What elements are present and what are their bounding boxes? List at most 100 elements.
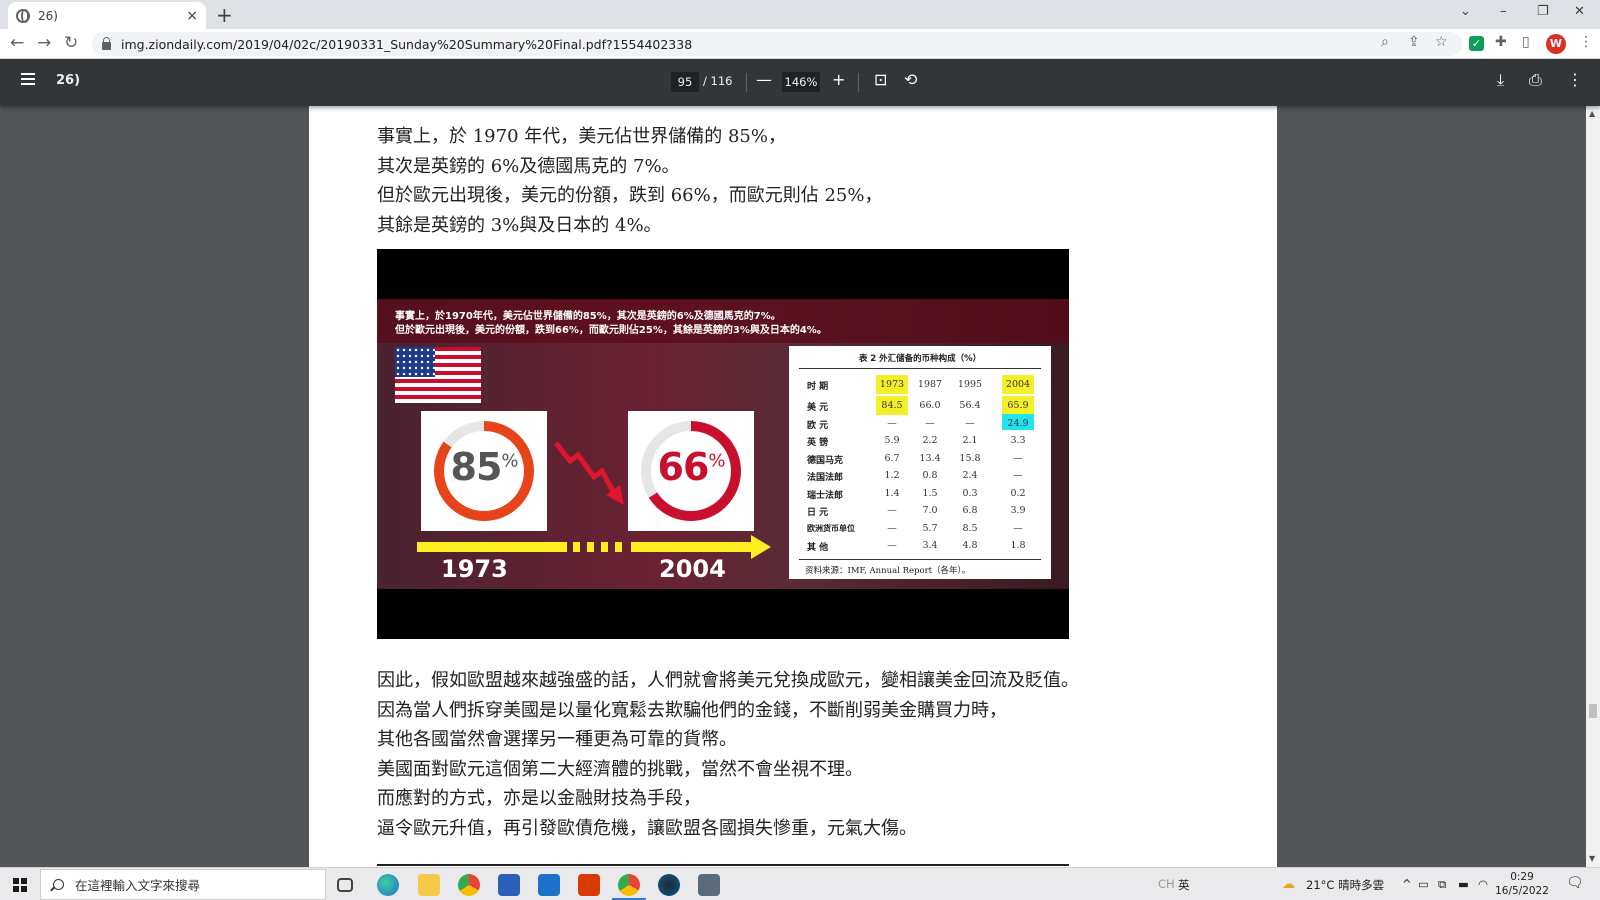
page-total: / 116 [703,74,733,88]
table-column-header: 1987 [917,379,943,390]
table-cell: 2.2 [922,435,938,446]
side-panel-icon[interactable]: ▯ [1522,34,1530,50]
weather-text[interactable]: 21°C 晴時多雲 [1306,877,1384,893]
table-cell: — [887,417,897,429]
table-cell: — [1013,452,1023,464]
table-cell: — [887,522,897,534]
table-cell: 6.8 [962,505,978,516]
chrome-profile-icon[interactable] [618,874,640,896]
wifi-icon[interactable]: ◠ [1478,877,1488,891]
timeline-dash [573,542,580,552]
falling-red-arrow-icon [554,441,624,505]
more-actions-icon[interactable]: ⋮ [1567,70,1583,89]
reserve-currency-figure: 事實上，於1970年代，美元佔世界儲備的85%，其次是英鎊的6%及德國馬克的7%… [377,249,1069,639]
table-cell: 2.4 [962,470,978,481]
table-row-label: 美 元 [807,403,829,413]
table-cell: 5.9 [884,435,900,446]
close-tab-icon[interactable]: × [186,8,198,24]
profile-avatar[interactable]: W [1546,34,1566,54]
table-cell: 8.5 [962,522,978,534]
share-icon[interactable]: ⇪ [1408,34,1420,50]
hamburger-menu-icon[interactable] [21,73,35,85]
table-cell: — [1013,522,1023,534]
weather-icon[interactable]: ☁ [1282,877,1295,892]
table-cell: — [1013,470,1023,481]
restore-button[interactable]: ❐ [1537,4,1549,19]
tab-search-icon[interactable]: ⌄ [1460,4,1471,19]
timeline-arrowhead-icon [751,535,771,559]
timeline-dash [601,542,608,552]
text-line: 但於歐元出現後，美元的份額，跌到 66%，而歐元則佔 25%， [377,185,883,206]
print-icon[interactable]: ⎙ [1529,70,1542,90]
browser-tab[interactable]: 26) × [8,2,206,29]
ime-indicator[interactable]: CH [1158,877,1175,891]
text-line: 其他各國當然會選擇另一種更為可靠的貨幣。 [377,729,737,750]
table-row-label: 其 他 [807,543,829,553]
scroll-up-icon[interactable]: ▲ [1589,109,1595,118]
new-tab-button[interactable]: + [216,3,233,27]
scroll-down-icon[interactable]: ▼ [1589,854,1595,863]
table-cell: — [887,540,897,551]
calculator-icon[interactable] [698,874,720,896]
url-text: img.ziondaily.com/2019/04/02c/20190331_S… [121,36,693,52]
table-cell: 1.8 [1010,540,1026,551]
table-row-label: 日 元 [807,508,829,518]
table-row-label: 瑞士法郎 [807,490,844,501]
table-cell: 84.5 [881,400,903,411]
rotate-icon[interactable]: ⟲ [904,70,917,89]
scroll-thumb[interactable] [1589,704,1597,718]
taskbar-search-input[interactable]: 在這裡輸入文字來搜尋 [40,869,326,900]
fit-page-icon[interactable]: ⊡ [874,70,887,89]
download-icon[interactable]: ⤓ [1497,70,1504,90]
timeline-bar [631,542,753,552]
reload-button[interactable]: ↻ [64,33,78,53]
chrome-icon[interactable] [458,874,480,896]
table-cell: 65.9 [1007,400,1029,411]
table-cell: 0.2 [1010,487,1026,499]
office-icon[interactable] [578,874,600,896]
table-cell: — [887,505,897,516]
mail-icon[interactable] [538,874,560,896]
tab-strip: 26) × + ⌄ – ❐ ✕ [0,0,1600,29]
text-line: 事實上，於 1970 年代，美元佔世界儲備的 85%， [377,126,786,147]
forward-button[interactable]: → [37,33,51,53]
edge-browser-icon[interactable] [377,874,399,896]
table-cell: 13.4 [919,452,941,464]
pdf-viewport[interactable]: 事實上，於 1970 年代，美元佔世界儲備的 85%， 其次是英鎊的 6%及德國… [0,106,1586,867]
table-source: 资料来源：IMF, Annual Report（各年）。 [805,566,971,576]
window-close-button[interactable]: ✕ [1574,4,1585,19]
toolbar-divider [858,73,859,92]
zoom-out-button[interactable]: — [756,70,772,89]
windows-start-icon[interactable] [13,878,27,892]
zoom-level-input[interactable]: 146% [782,72,820,92]
meet-now-icon[interactable]: ▭ [1418,877,1429,891]
ime-mode[interactable]: 英 [1178,877,1190,893]
figure-scene: 事實上，於1970年代，美元佔世界儲備的85%，其次是英鎊的6%及德國馬克的7%… [377,299,1069,589]
task-view-icon[interactable] [337,878,353,892]
battery-icon[interactable]: ▬ [1458,877,1469,891]
vertical-scrollbar[interactable]: ▲ ▼ [1586,106,1600,867]
zoom-in-button[interactable]: + [832,70,845,89]
zoom-icon[interactable]: ⌕ [1381,34,1389,50]
gauge-2004: 66% [628,411,754,531]
bookmark-star-icon[interactable]: ☆ [1435,34,1448,50]
page-number-input[interactable]: 95 [671,72,699,92]
browser-menu-icon[interactable]: ⋮ [1579,34,1593,50]
extension-check-icon[interactable]: ✓ [1469,36,1484,51]
steam-icon[interactable] [658,874,680,896]
network-icon[interactable]: ⧉ [1438,877,1446,892]
back-button[interactable]: ← [10,33,24,53]
table-row-label: 德国马克 [807,455,844,466]
url-field[interactable]: img.ziondaily.com/2019/04/02c/20190331_S… [92,32,1462,56]
file-explorer-icon[interactable] [418,874,440,896]
table-cell: 0.3 [962,487,978,499]
system-clock[interactable]: 0:29 16/5/2022 [1492,870,1552,898]
clock-time: 0:29 [1510,871,1534,883]
search-placeholder: 在這裡輸入文字來搜尋 [75,878,201,893]
extensions-puzzle-icon[interactable]: ✚ [1495,34,1507,50]
minimize-button[interactable]: – [1500,4,1507,19]
notification-icon[interactable]: 🗨 [1566,875,1584,891]
table-cell: 2.1 [962,435,978,446]
tray-overflow-icon[interactable]: ^ [1402,877,1412,891]
microsoft-store-icon[interactable] [498,874,520,896]
